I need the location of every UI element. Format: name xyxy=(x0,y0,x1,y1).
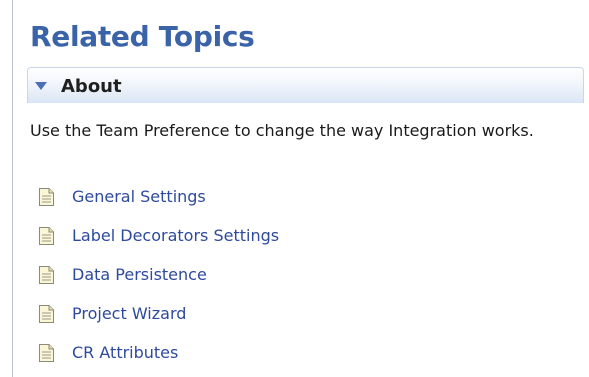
link-label[interactable]: Data Persistence xyxy=(72,265,207,285)
link-data-persistence[interactable]: Data Persistence xyxy=(39,255,279,294)
triangle-down-icon[interactable] xyxy=(35,81,47,91)
document-icon xyxy=(39,265,54,284)
page-title: Related Topics xyxy=(30,20,255,53)
document-icon xyxy=(39,343,54,362)
document-icon xyxy=(39,304,54,323)
link-cr-attributes[interactable]: CR Attributes xyxy=(39,333,279,372)
section-title: About xyxy=(61,76,122,97)
link-general-settings[interactable]: General Settings xyxy=(39,177,279,216)
about-section-header[interactable]: About xyxy=(27,67,584,103)
link-label[interactable]: CR Attributes xyxy=(72,343,178,363)
page-left-border xyxy=(12,0,13,377)
section-description: Use the Team Preference to change the wa… xyxy=(30,121,534,140)
document-icon xyxy=(39,187,54,206)
link-label[interactable]: Label Decorators Settings xyxy=(72,226,279,246)
link-project-wizard[interactable]: Project Wizard xyxy=(39,294,279,333)
link-label[interactable]: Project Wizard xyxy=(72,304,186,324)
link-label[interactable]: General Settings xyxy=(72,187,206,207)
document-icon xyxy=(39,226,54,245)
link-label-decorators-settings[interactable]: Label Decorators Settings xyxy=(39,216,279,255)
related-links-list: General Settings Label Decorators Settin… xyxy=(39,177,279,372)
